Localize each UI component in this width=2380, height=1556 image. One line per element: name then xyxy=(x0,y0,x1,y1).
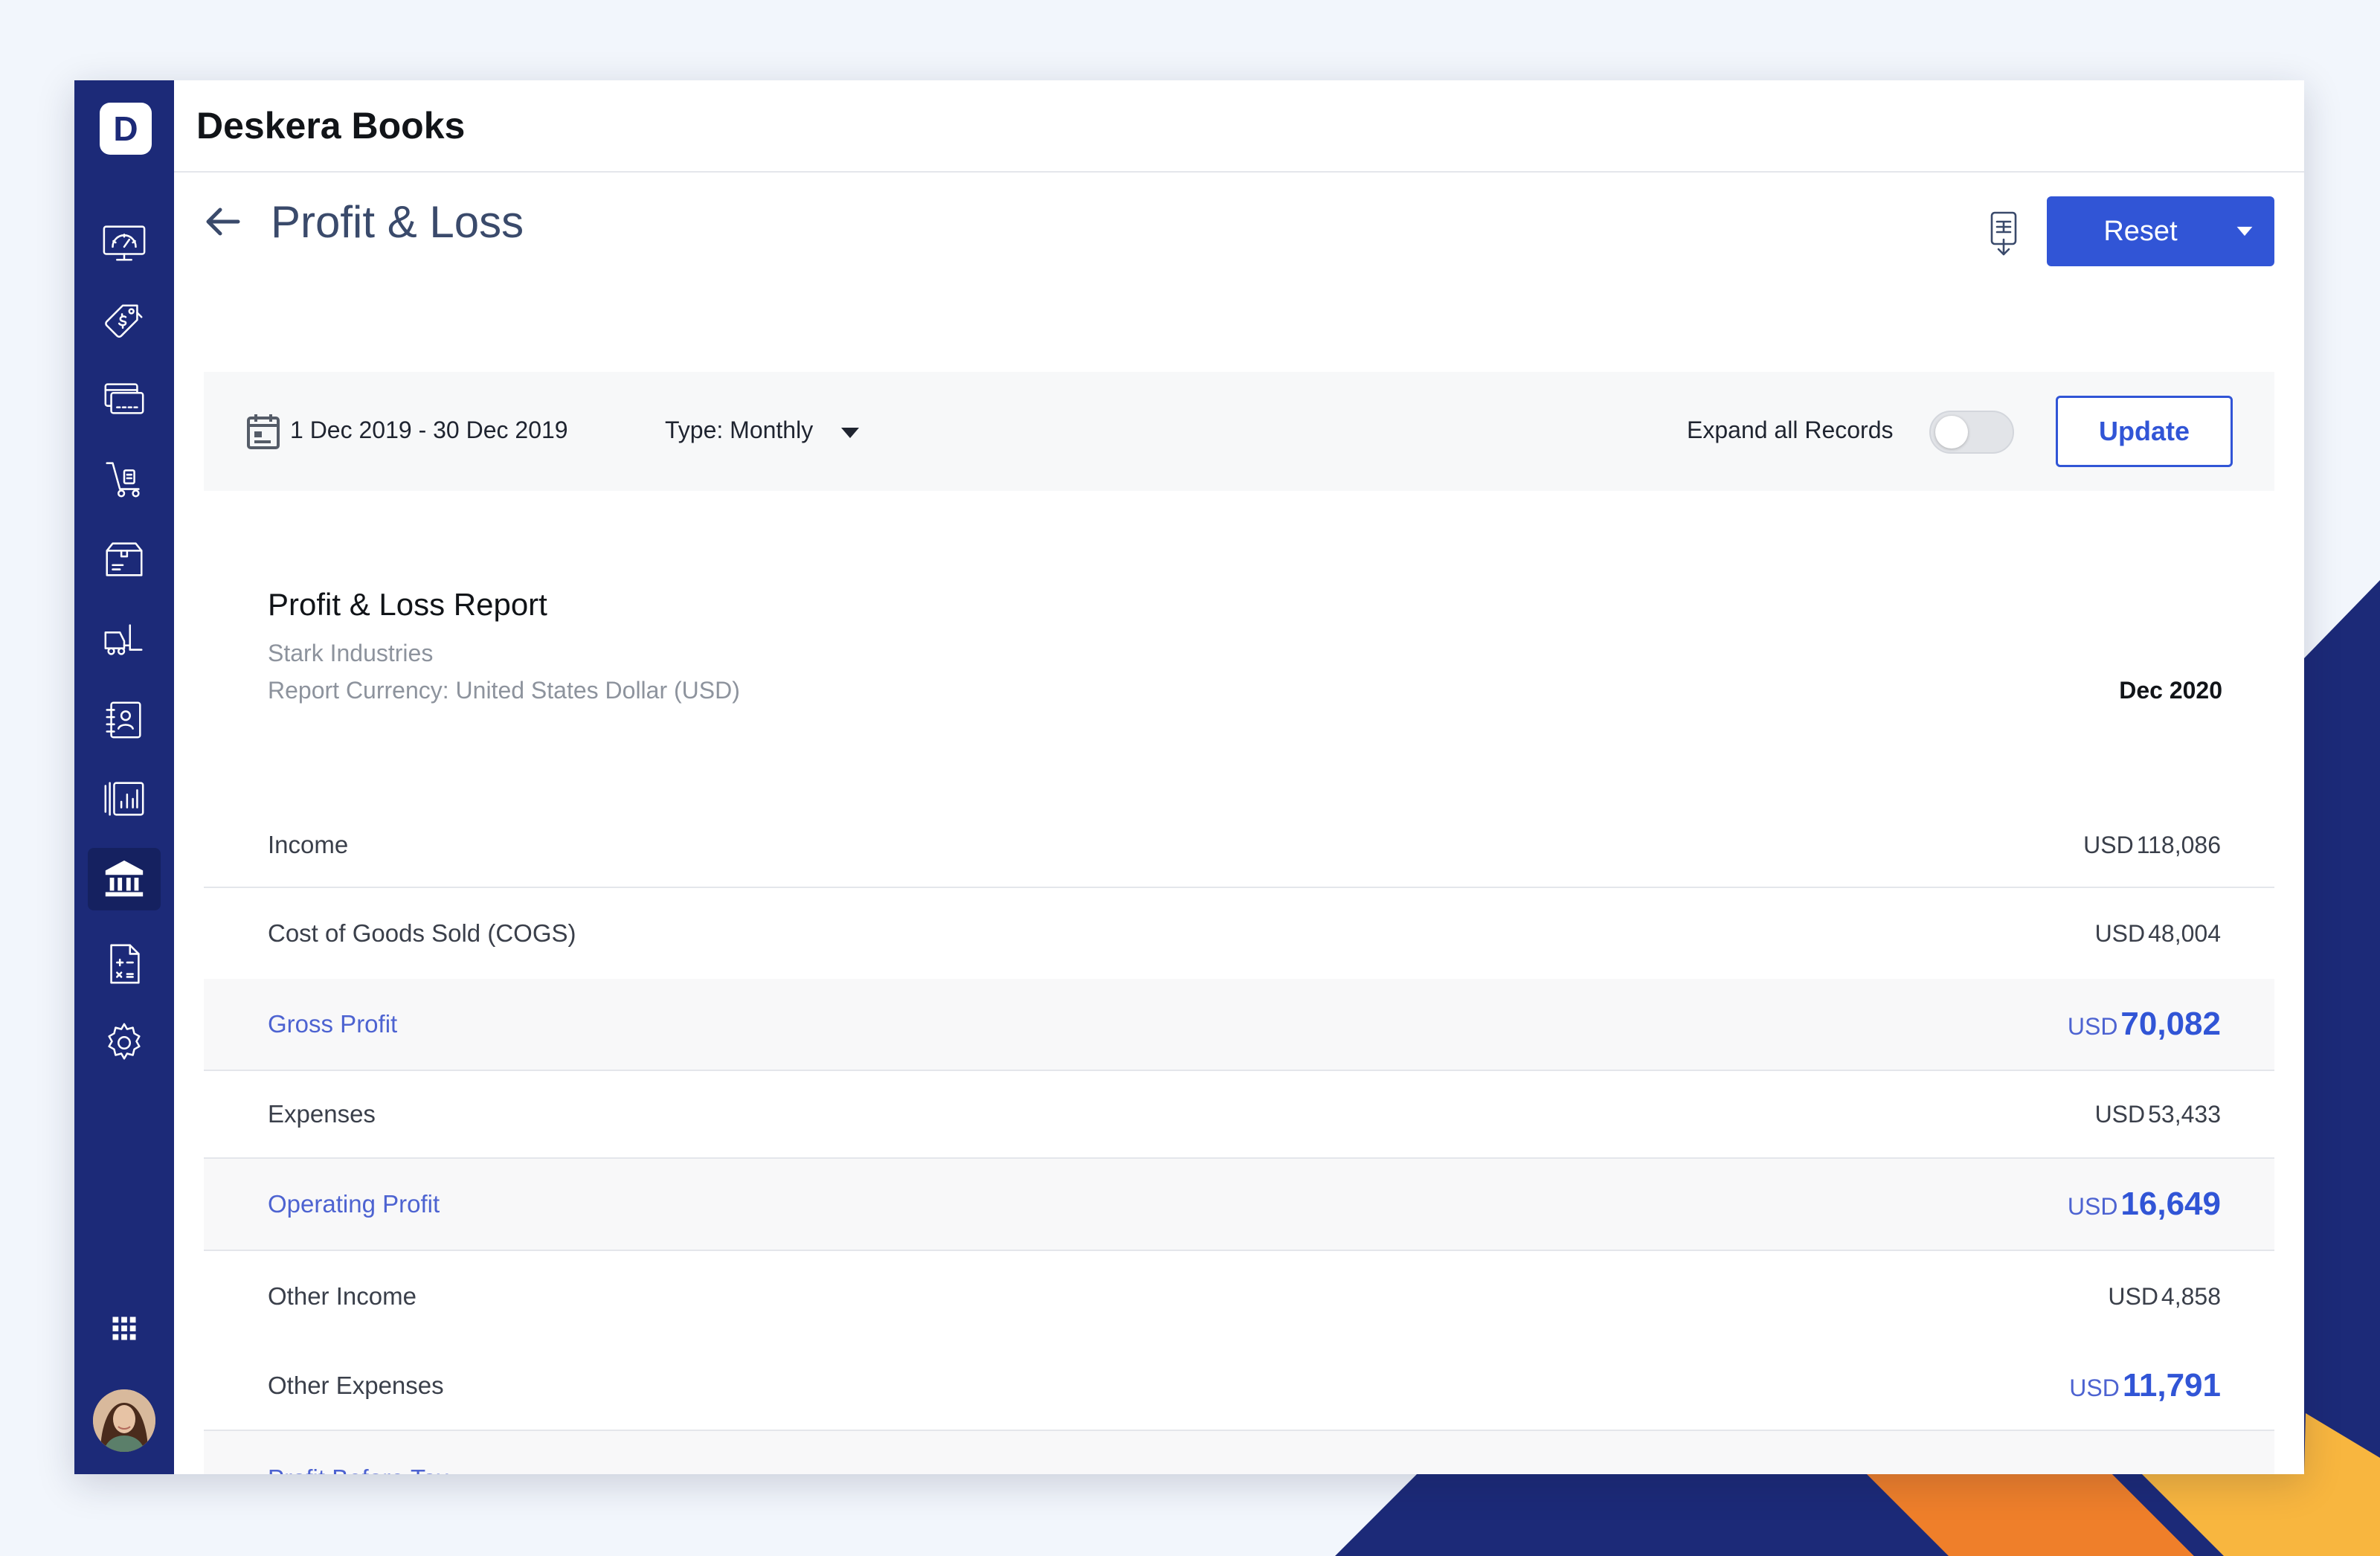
reset-button[interactable]: Reset xyxy=(2047,196,2274,266)
sales-tag-icon[interactable] xyxy=(88,292,161,354)
report-row-operating-profit[interactable]: Operating Profit USD16,649 xyxy=(204,1159,2274,1251)
calendar-icon[interactable] xyxy=(245,412,281,451)
back-arrow-icon[interactable] xyxy=(201,199,245,244)
toggle-knob xyxy=(1935,416,1968,449)
row-value: USD48,004 xyxy=(2095,920,2221,948)
row-value: USD4,858 xyxy=(2108,1283,2221,1311)
main-content: Profit & Loss Reset 1 Dec 2019 - 30 Dec … xyxy=(174,174,2304,1474)
row-value: USD53,433 xyxy=(2095,1101,2221,1128)
app-title: Deskera Books xyxy=(196,104,465,147)
app-logo[interactable]: D xyxy=(100,103,152,155)
products-box-icon[interactable] xyxy=(88,528,161,591)
row-value: USD16,649 xyxy=(2068,1186,2221,1223)
expand-records-toggle[interactable] xyxy=(1929,411,2014,454)
accounting-bank-icon[interactable] xyxy=(88,848,161,910)
expand-records-label: Expand all Records xyxy=(1687,417,1893,444)
row-value: USD70,082 xyxy=(2068,1006,2221,1043)
row-value: USD118,086 xyxy=(2083,832,2221,859)
date-range-picker[interactable]: 1 Dec 2019 - 30 Dec 2019 xyxy=(290,417,568,444)
settings-gear-icon[interactable] xyxy=(88,1012,161,1074)
row-label: Other Expenses xyxy=(268,1372,444,1400)
report-title: Profit & Loss Report xyxy=(268,587,547,623)
delivery-forklift-icon[interactable] xyxy=(88,608,161,671)
sidebar: D xyxy=(74,80,174,1474)
report-row-gross-profit[interactable]: Gross Profit USD70,082 xyxy=(204,979,2274,1071)
purchase-cart-icon[interactable] xyxy=(88,448,161,510)
app-window: D xyxy=(74,80,2304,1474)
report-row-other-income[interactable]: Other Income USD4,858 xyxy=(204,1251,2274,1342)
user-avatar[interactable] xyxy=(93,1389,155,1452)
row-label: Income xyxy=(268,831,348,859)
report-currency: Report Currency: United States Dollar (U… xyxy=(268,677,740,704)
report-rows: Income USD118,086 Cost of Goods Sold (CO… xyxy=(204,803,2274,1474)
reports-chart-icon[interactable] xyxy=(88,768,161,830)
row-value: USD11,791 xyxy=(2069,1367,2221,1404)
row-label: Other Income xyxy=(268,1282,416,1311)
apps-grid-icon[interactable] xyxy=(88,1297,161,1360)
report-row-expenses[interactable]: Expenses USD53,433 xyxy=(204,1071,2274,1159)
reset-dropdown-chevron-icon[interactable] xyxy=(2215,196,2274,266)
dashboard-icon[interactable] xyxy=(88,211,161,274)
row-label: Expenses xyxy=(268,1100,376,1128)
report-row-profit-before-tax[interactable]: Profit Before Tax xyxy=(204,1431,2274,1474)
row-label: Operating Profit xyxy=(268,1190,440,1218)
report-type-dropdown[interactable]: Type: Monthly xyxy=(665,417,813,444)
top-bar: Deskera Books xyxy=(174,80,2304,173)
tax-calculator-icon[interactable] xyxy=(88,933,161,995)
update-button[interactable]: Update xyxy=(2056,396,2233,467)
export-report-icon[interactable] xyxy=(1986,210,2022,257)
report-company: Stark Industries xyxy=(268,640,433,667)
filter-bar: 1 Dec 2019 - 30 Dec 2019 Type: Monthly E… xyxy=(204,372,2274,491)
row-label: Profit Before Tax xyxy=(268,1465,448,1474)
report-period-column: Dec 2020 xyxy=(2119,677,2222,704)
reset-button-label: Reset xyxy=(2047,216,2215,248)
page-header: Profit & Loss Reset xyxy=(174,174,2304,278)
page-title: Profit & Loss xyxy=(271,196,524,248)
payments-card-icon[interactable] xyxy=(88,367,161,430)
report-row-cogs[interactable]: Cost of Goods Sold (COGS) USD48,004 xyxy=(204,888,2274,979)
row-value xyxy=(2218,1460,2221,1474)
row-label: Gross Profit xyxy=(268,1010,397,1038)
report-row-income[interactable]: Income USD118,086 xyxy=(204,803,2274,888)
report-row-other-expenses[interactable]: Other Expenses USD11,791 xyxy=(204,1342,2274,1431)
type-chevron-down-icon[interactable] xyxy=(839,421,861,443)
contacts-book-icon[interactable] xyxy=(88,689,161,751)
row-label: Cost of Goods Sold (COGS) xyxy=(268,919,576,948)
